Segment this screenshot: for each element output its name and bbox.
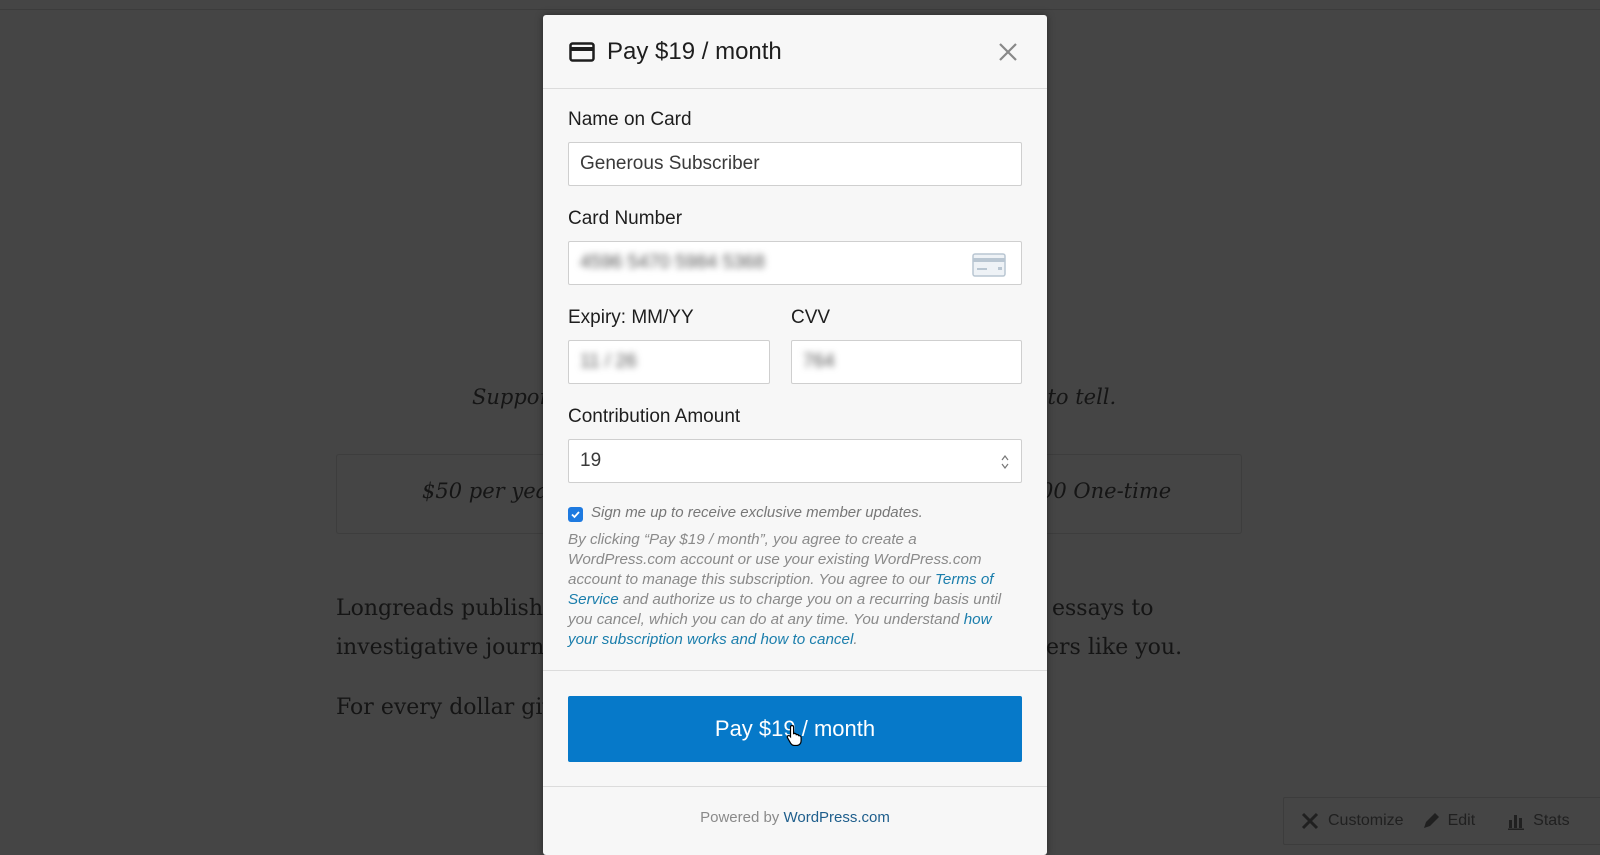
card-brand-icon: [972, 253, 1006, 277]
name-on-card-input[interactable]: Generous Subscriber: [568, 142, 1022, 186]
tools-icon: [1301, 812, 1319, 830]
member-updates-label: Sign me up to receive exclusive member u…: [591, 504, 923, 521]
option-yearly[interactable]: $50 per year: [422, 479, 558, 503]
member-updates-checkbox[interactable]: [568, 507, 583, 522]
name-label: Name on Card: [568, 109, 692, 130]
divider: [543, 786, 1047, 787]
hand-cursor-icon: [786, 724, 802, 746]
support-tagline: Suppor: [472, 385, 550, 409]
powered-by-text: Powered by: [700, 809, 784, 826]
amount-value: 19: [580, 450, 602, 471]
payment-modal: Pay $19 / month Name on Card Generous Su…: [543, 15, 1047, 855]
divider: [543, 670, 1047, 671]
amount-label: Contribution Amount: [568, 406, 741, 427]
legal-part: and authorize us to charge you on a recu…: [568, 591, 1002, 628]
powered-by: Powered by WordPress.com: [543, 809, 1047, 826]
customize-button[interactable]: Customize: [1300, 811, 1404, 831]
body-text: Longreads publishe: [336, 596, 557, 621]
legal-part: By clicking “Pay $19 / month”, you agree…: [568, 531, 982, 588]
card-number-label: Card Number: [568, 208, 683, 229]
modal-header: Pay $19 / month: [543, 15, 1047, 89]
edit-button[interactable]: Edit: [1422, 812, 1476, 830]
pay-button[interactable]: Pay $19 / month: [568, 696, 1022, 762]
body-text: ers like you.: [1046, 635, 1183, 660]
body-text: investigative journa: [336, 635, 558, 660]
member-updates-checkbox-row[interactable]: Sign me up to receive exclusive member u…: [568, 503, 1022, 522]
contribution-amount-input[interactable]: 19: [568, 439, 1022, 483]
wordpress-link[interactable]: WordPress.com: [783, 809, 889, 826]
legal-text: By clicking “Pay $19 / month”, you agree…: [568, 530, 1022, 650]
expiry-value: 11 / 26: [580, 351, 637, 372]
pencil-icon: [1423, 813, 1439, 828]
option-one-time[interactable]: 00 One-time: [1040, 479, 1171, 503]
edit-label: Edit: [1447, 812, 1476, 829]
expiry-label: Expiry: MM/YY: [568, 307, 694, 328]
admin-bar: Customize Edit Stats: [1283, 797, 1600, 845]
cvv-label: CVV: [791, 307, 831, 328]
close-icon[interactable]: [997, 41, 1019, 63]
checkmark-icon: [571, 511, 580, 519]
legal-part: .: [853, 631, 858, 648]
name-value: Generous Subscriber: [580, 153, 760, 174]
stats-label: Stats: [1533, 812, 1570, 829]
customize-label: Customize: [1328, 812, 1404, 829]
page-header-border: [0, 9, 1600, 10]
modal-title: Pay $19 / month: [607, 37, 782, 65]
cvv-input[interactable]: 764: [791, 340, 1022, 384]
number-stepper-icon[interactable]: [1001, 454, 1009, 470]
body-text: essays to: [1052, 596, 1154, 621]
body-text: For every dollar giv: [336, 695, 555, 720]
cvv-value: 764: [803, 351, 835, 372]
bar-chart-icon: [1508, 815, 1525, 830]
stats-button[interactable]: Stats: [1507, 812, 1570, 830]
card-number-value: 4596 5470 5984 5368: [580, 252, 765, 273]
credit-card-icon: [569, 41, 595, 62]
expiry-input[interactable]: 11 / 26: [568, 340, 770, 384]
card-number-input[interactable]: 4596 5470 5984 5368: [568, 241, 1022, 285]
